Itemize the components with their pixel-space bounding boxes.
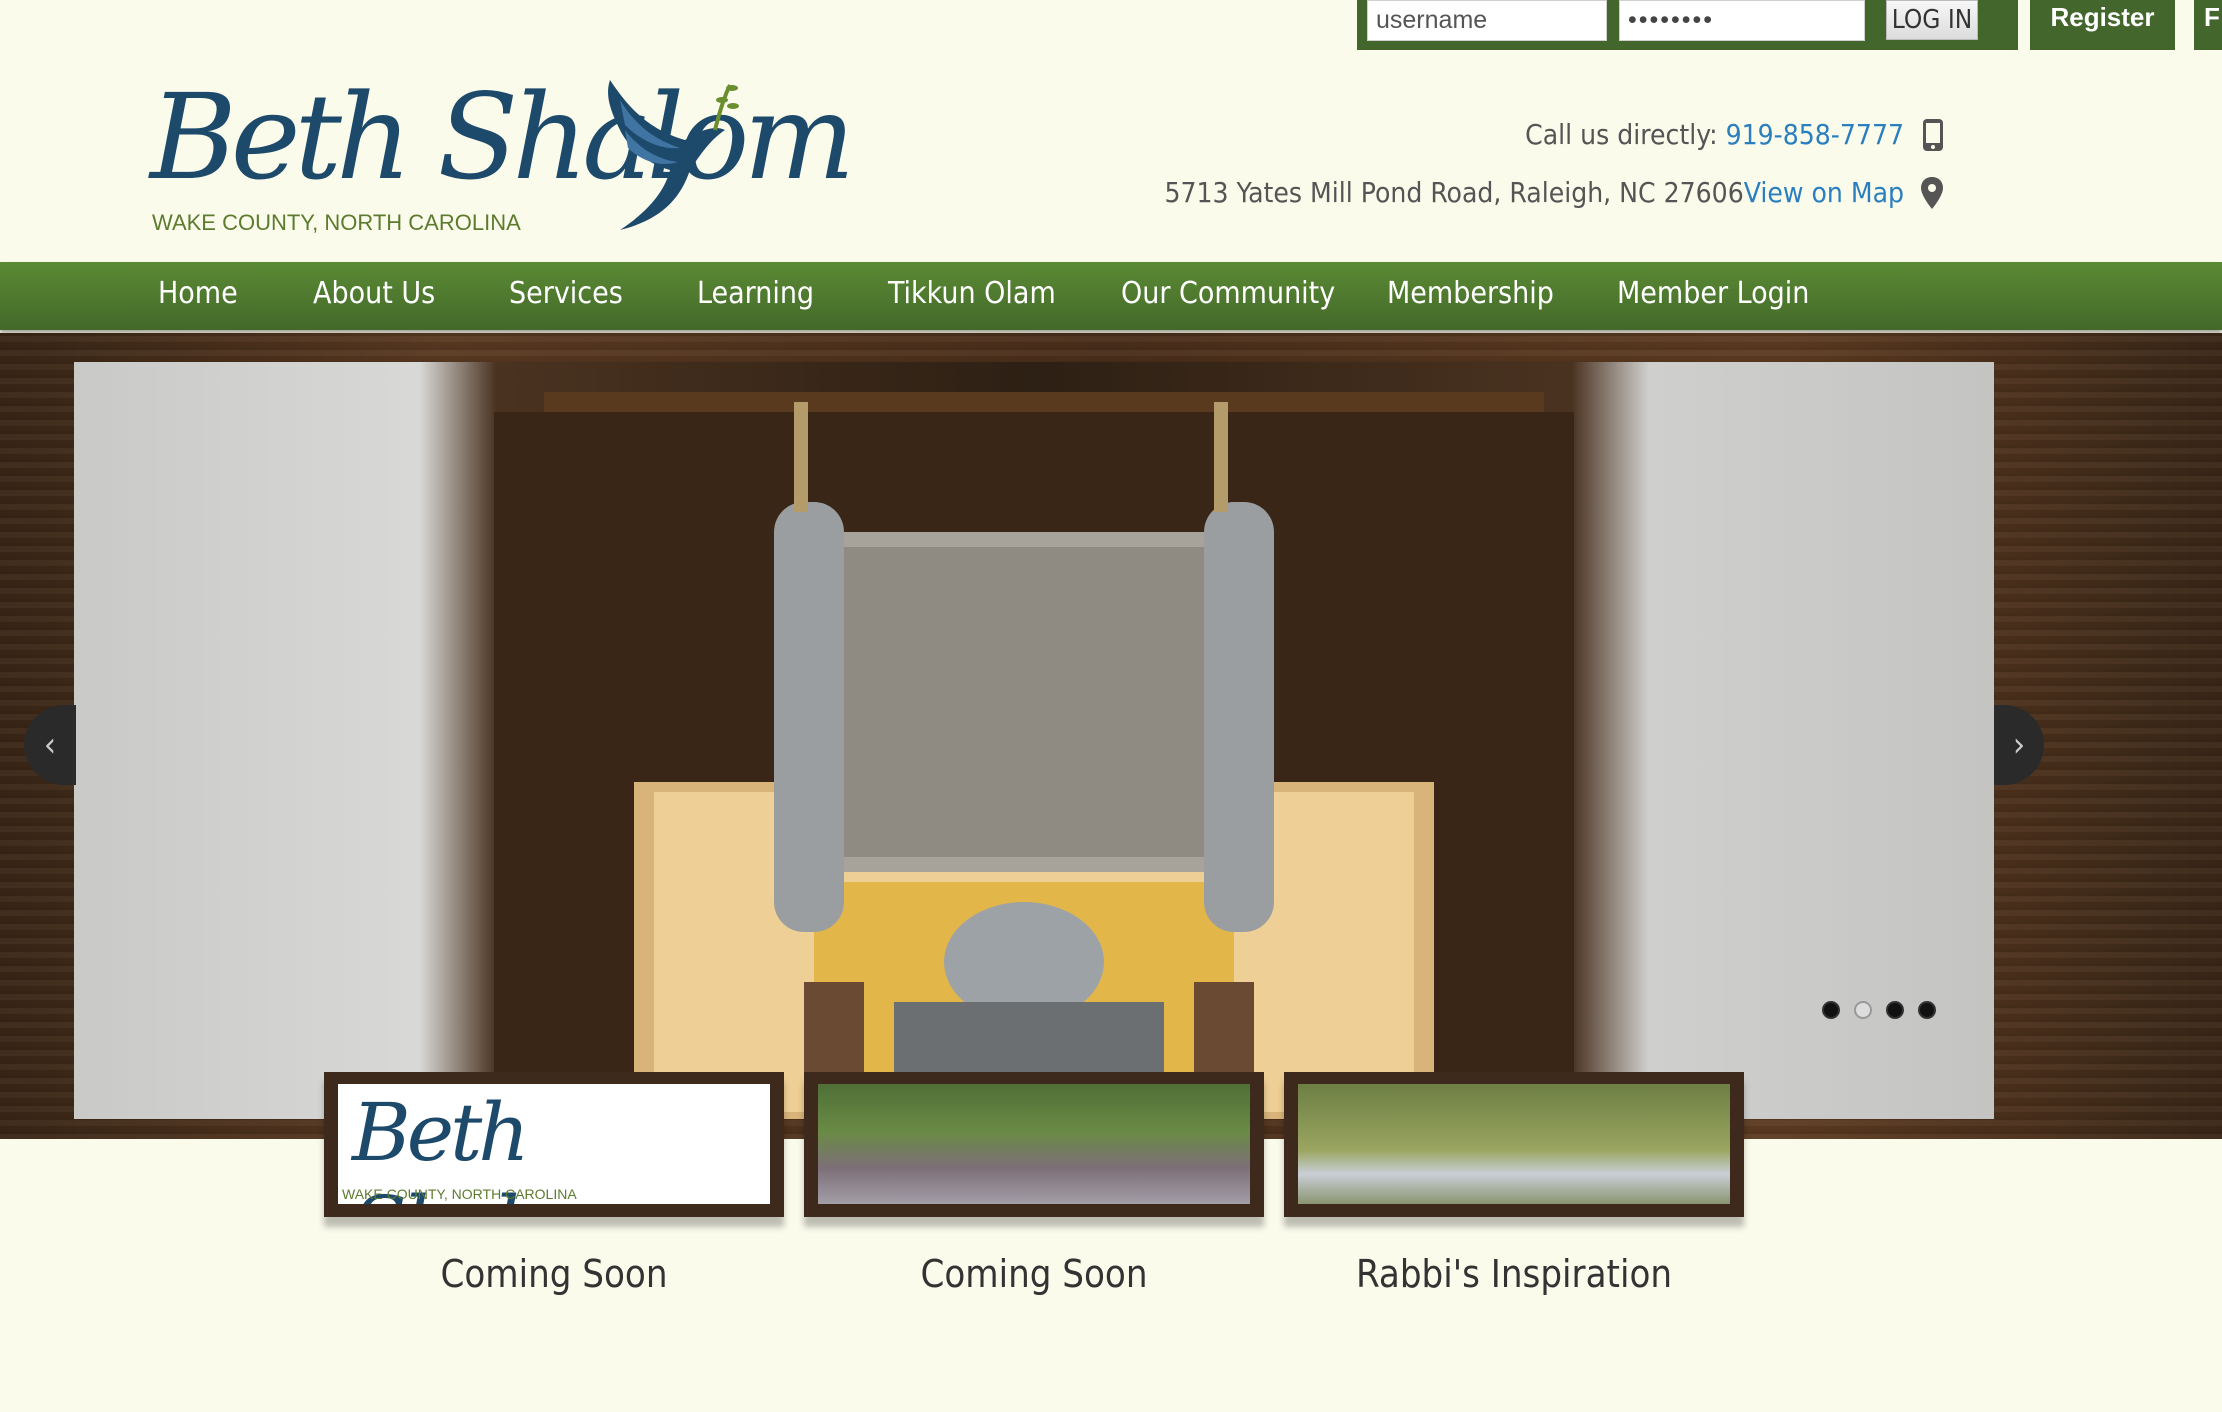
- nav-learning[interactable]: Learning: [697, 276, 814, 311]
- nav-about-us[interactable]: About Us: [313, 276, 435, 311]
- login-bar: username •••••••• LOG IN: [1357, 0, 2018, 50]
- extra-button[interactable]: F: [2194, 0, 2222, 50]
- chevron-right-icon: ›: [2012, 725, 2026, 765]
- call-label: Call us directly:: [1525, 118, 1726, 151]
- view-on-map-link[interactable]: View on Map: [1744, 176, 1904, 209]
- password-input[interactable]: ••••••••: [1619, 0, 1865, 41]
- feature-card-1-image: Beth Shalom WAKE COUNTY, NORTH CAROLINA: [338, 1084, 770, 1204]
- feature-label-2[interactable]: Coming Soon: [804, 1252, 1264, 1296]
- address-line: 5713 Yates Mill Pond Road, Raleigh, NC 2…: [1164, 176, 1904, 209]
- feature-label-1[interactable]: Coming Soon: [324, 1252, 784, 1296]
- feature-card-2[interactable]: [804, 1072, 1264, 1217]
- mobile-phone-icon: [1923, 119, 1943, 151]
- address-text: 5713 Yates Mill Pond Road, Raleigh, NC 2…: [1164, 176, 1744, 209]
- logo-subtitle: WAKE COUNTY, NORTH CAROLINA: [152, 210, 521, 235]
- map-pin-icon: [1921, 177, 1943, 209]
- nav-home[interactable]: Home: [158, 276, 238, 311]
- login-button[interactable]: LOG IN: [1886, 0, 1978, 40]
- slider-dot-1[interactable]: [1822, 1001, 1840, 1019]
- nav-member-login[interactable]: Member Login: [1617, 276, 1809, 311]
- torah-scroll-photo: [494, 392, 1574, 1119]
- dove-logo-icon: [608, 80, 739, 230]
- username-input[interactable]: username: [1367, 0, 1607, 41]
- slider-dot-4[interactable]: [1918, 1001, 1936, 1019]
- main-nav: Home About Us Services Learning Tikkun O…: [0, 262, 2222, 330]
- hero-slide-image: [74, 362, 1994, 1119]
- nav-tikkun-olam[interactable]: Tikkun Olam: [888, 276, 1056, 311]
- nav-our-community[interactable]: Our Community: [1121, 276, 1335, 311]
- register-button[interactable]: Register: [2030, 0, 2175, 50]
- card-logo-subtitle: WAKE COUNTY, NORTH CAROLINA: [342, 1186, 577, 1202]
- phone-link[interactable]: 919-858-7777: [1726, 118, 1904, 151]
- group-photo: [818, 1084, 1250, 1204]
- feature-card-3[interactable]: [1284, 1072, 1744, 1217]
- chevron-left-icon: ‹: [43, 725, 57, 765]
- slider-dot-3[interactable]: [1886, 1001, 1904, 1019]
- feature-label-3[interactable]: Rabbi's Inspiration: [1284, 1252, 1744, 1296]
- rabbi-photo: [1298, 1084, 1730, 1204]
- slider-dot-2-active[interactable]: [1854, 1001, 1872, 1019]
- feature-card-1[interactable]: Beth Shalom WAKE COUNTY, NORTH CAROLINA: [324, 1072, 784, 1217]
- nav-membership[interactable]: Membership: [1387, 276, 1554, 311]
- call-line: Call us directly: 919-858-7777: [1525, 118, 1904, 151]
- nav-services[interactable]: Services: [509, 276, 623, 311]
